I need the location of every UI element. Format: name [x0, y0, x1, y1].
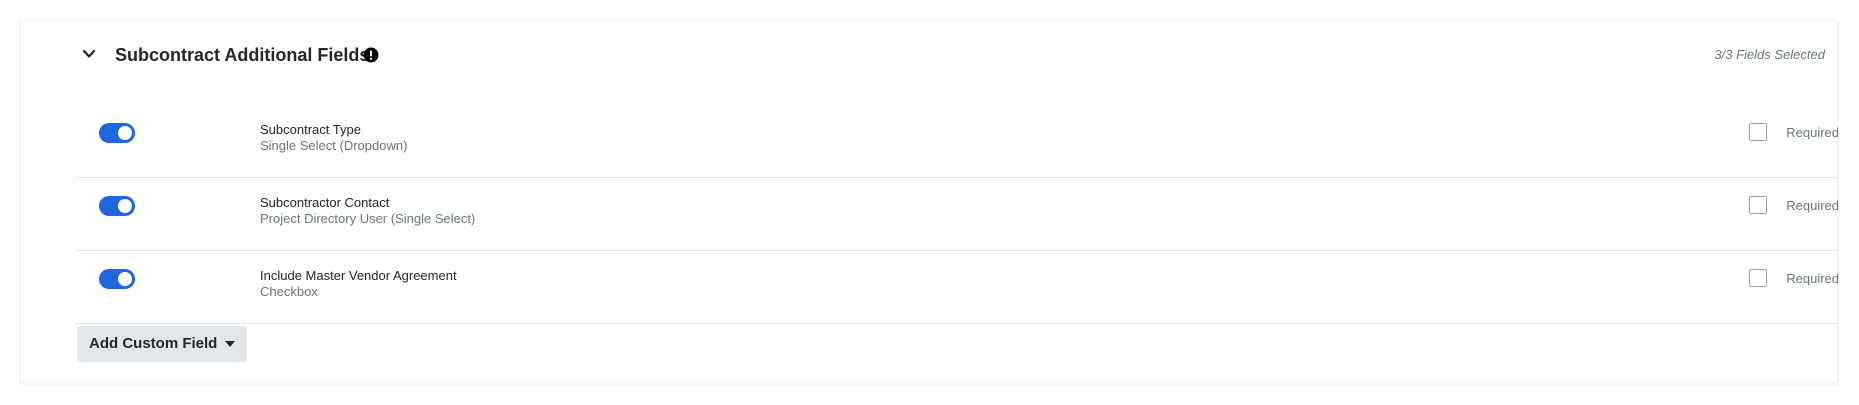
- field-enabled-toggle[interactable]: [99, 123, 135, 143]
- required-label: Required: [1786, 271, 1839, 286]
- field-type: Project Directory User (Single Select): [260, 211, 476, 226]
- exclamation-circle-icon[interactable]: [363, 47, 379, 63]
- field-name: Include Master Vendor Agreement: [260, 268, 457, 283]
- field-row: Subcontractor Contact Project Directory …: [75, 178, 1839, 251]
- toggle-knob: [118, 199, 132, 213]
- add-custom-field-label: Add Custom Field: [89, 335, 218, 352]
- field-enabled-toggle[interactable]: [99, 196, 135, 216]
- field-list: Subcontract Type Single Select (Dropdown…: [75, 105, 1839, 324]
- toggle-knob: [118, 272, 132, 286]
- field-row: Subcontract Type Single Select (Dropdown…: [75, 105, 1839, 178]
- toggle-knob: [118, 126, 132, 140]
- field-type: Single Select (Dropdown): [260, 138, 408, 153]
- required-label: Required: [1786, 125, 1839, 140]
- additional-fields-card: Subcontract Additional Fields 3/3 Fields…: [20, 20, 1839, 384]
- caret-down-icon: [225, 341, 235, 347]
- field-type: Checkbox: [260, 284, 318, 299]
- section-title: Subcontract Additional Fields: [115, 45, 370, 65]
- field-enabled-toggle[interactable]: [99, 269, 135, 289]
- fields-selected-count: 3/3 Fields Selected: [1714, 47, 1825, 62]
- required-label: Required: [1786, 198, 1839, 213]
- required-checkbox[interactable]: [1749, 196, 1767, 214]
- field-name: Subcontract Type: [260, 122, 361, 137]
- section-header: Subcontract Additional Fields 3/3 Fields…: [21, 21, 1837, 91]
- field-name: Subcontractor Contact: [260, 195, 390, 210]
- chevron-down-icon[interactable]: [79, 44, 99, 64]
- add-custom-field-button[interactable]: Add Custom Field: [77, 326, 247, 362]
- required-checkbox[interactable]: [1749, 269, 1767, 287]
- required-checkbox[interactable]: [1749, 123, 1767, 141]
- field-row: Include Master Vendor Agreement Checkbox…: [75, 251, 1839, 324]
